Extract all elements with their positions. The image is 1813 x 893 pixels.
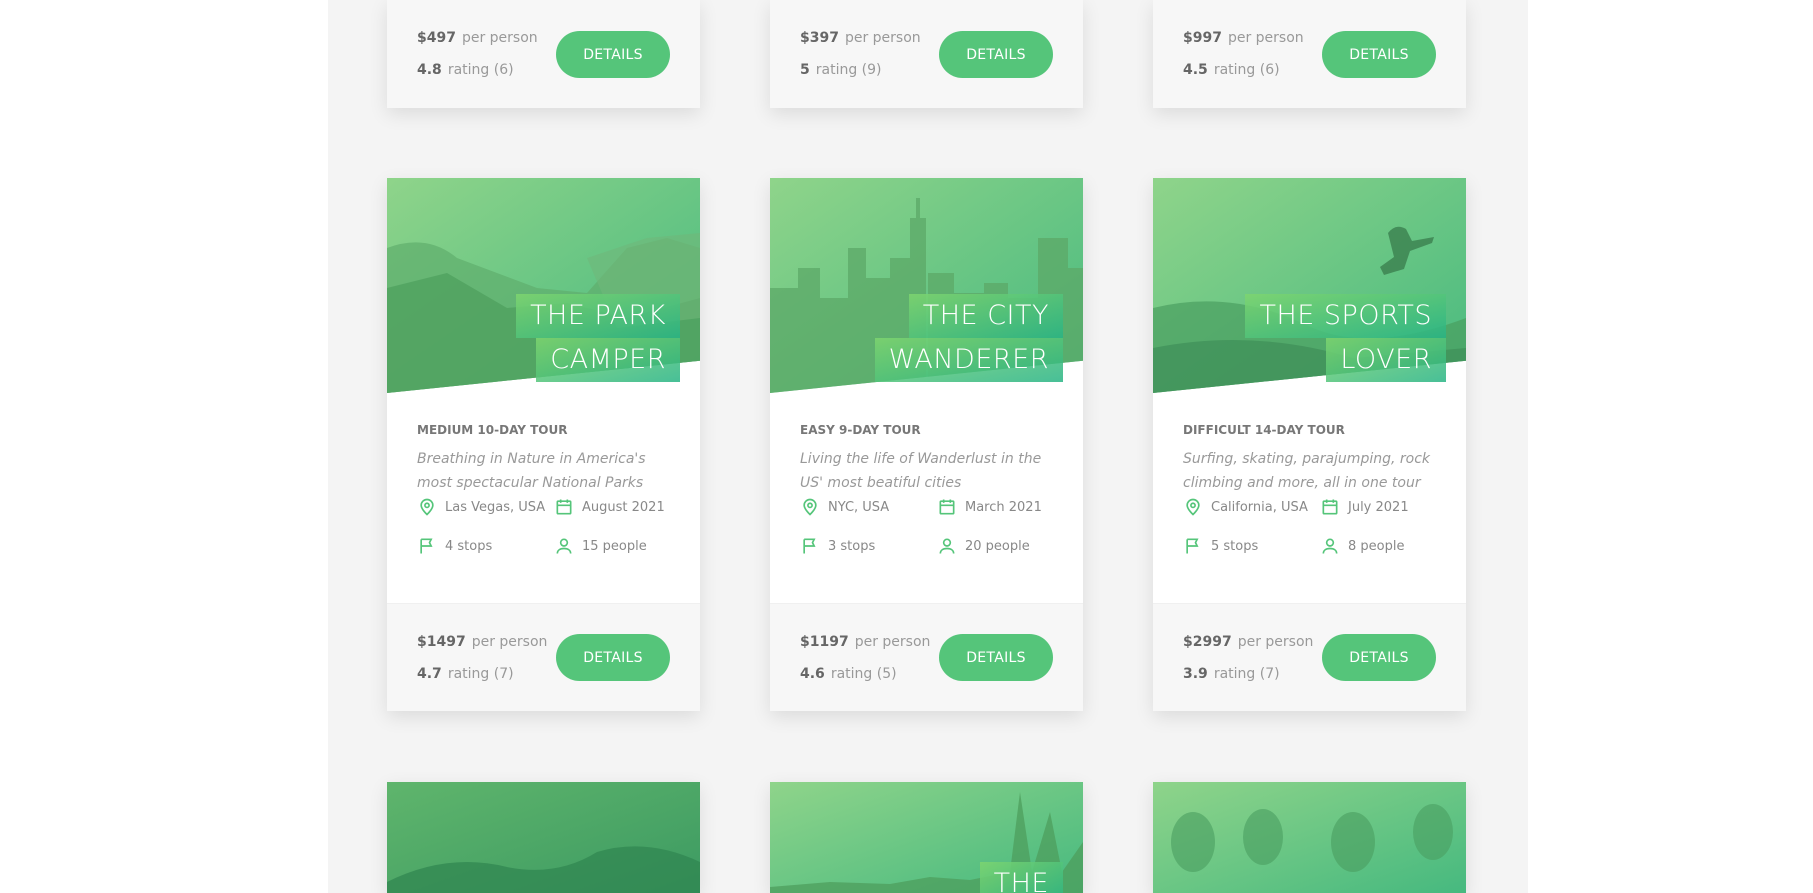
tour-card [1153, 782, 1466, 893]
details-button[interactable]: DETAILS [556, 31, 670, 78]
details-button[interactable]: DETAILS [1322, 634, 1436, 681]
tour-summary: Living the life of Wanderlust in the US'… [800, 451, 1042, 491]
tour-price: $1497 per person [417, 634, 548, 650]
tour-card: THE [770, 782, 1083, 893]
tour-location: Las Vegas, USA [417, 497, 545, 517]
tour-card-footer: $397 per person 5 rating (9) DETAILS [770, 0, 1083, 108]
tours-grid: $497 per person 4.8 rating (6) DETAILS $39… [328, 0, 1528, 893]
calendar-icon [556, 499, 572, 515]
tour-people: 20 people [937, 536, 1030, 556]
user-icon [556, 538, 572, 554]
tour-price: $2997 per person [1183, 634, 1314, 650]
details-button[interactable]: DETAILS [556, 634, 670, 681]
tour-details: DIFFICULT 14-DAY TOUR Surfing, skating, … [1153, 393, 1466, 583]
map-pin-icon [1186, 498, 1200, 516]
tour-card-footer: $997 per person 4.5 rating (6) DETAILS [1153, 0, 1466, 108]
tour-image-night [387, 782, 700, 893]
tour-image-wine [1153, 782, 1466, 893]
tour-title: THE PARK CAMPER [516, 294, 680, 382]
tour-rating: 4.8 rating (6) [417, 62, 514, 78]
tour-price: $497 per person [417, 30, 538, 46]
flag-icon [1186, 538, 1199, 554]
tour-details: MEDIUM 10-DAY TOUR Breathing in Nature i… [387, 393, 700, 583]
tour-card-footer: $497 per person 4.8 rating (6) DETAILS [387, 0, 700, 108]
details-button[interactable]: DETAILS [939, 634, 1053, 681]
tour-title: THE [979, 862, 1063, 893]
details-button[interactable]: DETAILS [939, 31, 1053, 78]
tour-card: THE SPORTS LOVER DIFFICULT 14-DAY TOUR S… [1153, 178, 1466, 711]
tour-rating: 4.6 rating (5) [800, 666, 897, 682]
tour-location: California, USA [1183, 497, 1308, 517]
tour-summary: Breathing in Nature in America's most sp… [417, 451, 646, 491]
tour-rating: 4.7 rating (7) [417, 666, 514, 682]
tour-people: 8 people [1320, 536, 1404, 556]
tour-card: THE PARK CAMPER MEDIUM 10-DAY TOUR Breat… [387, 178, 700, 711]
tour-card-footer: $1197 per person 4.6 rating (5) DETAILS [770, 603, 1083, 711]
calendar-icon [1322, 499, 1338, 515]
flag-icon [803, 538, 816, 554]
tour-location: NYC, USA [800, 497, 889, 517]
tour-stops: 5 stops [1183, 536, 1258, 556]
details-button[interactable]: DETAILS [1322, 31, 1436, 78]
tour-price: $997 per person [1183, 30, 1304, 46]
calendar-icon [939, 499, 955, 515]
user-icon [939, 538, 955, 554]
tour-rating: 3.9 rating (7) [1183, 666, 1280, 682]
tour-subheading: EASY 9-DAY TOUR [800, 423, 921, 437]
tour-card: THE CITY WANDERER EASY 9-DAY TOUR Living… [770, 178, 1083, 711]
user-icon [1322, 538, 1338, 554]
tour-card-footer: $2997 per person 3.9 rating (7) DETAILS [1153, 603, 1466, 711]
tour-details: EASY 9-DAY TOUR Living the life of Wande… [770, 393, 1083, 583]
tour-title: THE CITY WANDERER [874, 294, 1063, 382]
tour-date: July 2021 [1320, 497, 1409, 517]
tour-date: August 2021 [554, 497, 665, 517]
tour-card [387, 782, 700, 893]
tour-people: 15 people [554, 536, 647, 556]
tour-price: $397 per person [800, 30, 921, 46]
tour-rating: 5 rating (9) [800, 62, 882, 78]
tour-summary: Surfing, skating, parajumping, rock clim… [1183, 451, 1431, 491]
tour-price: $1197 per person [800, 634, 931, 650]
tour-stops: 3 stops [800, 536, 875, 556]
map-pin-icon [420, 498, 434, 516]
tour-date: March 2021 [937, 497, 1042, 517]
tour-stops: 4 stops [417, 536, 492, 556]
map-pin-icon [803, 498, 817, 516]
tour-rating: 4.5 rating (6) [1183, 62, 1280, 78]
tour-subheading: DIFFICULT 14-DAY TOUR [1183, 423, 1345, 437]
flag-icon [420, 538, 433, 554]
tour-card-footer: $1497 per person 4.7 rating (7) DETAILS [387, 603, 700, 711]
tour-subheading: MEDIUM 10-DAY TOUR [417, 423, 568, 437]
tour-title: THE SPORTS LOVER [1245, 294, 1446, 382]
